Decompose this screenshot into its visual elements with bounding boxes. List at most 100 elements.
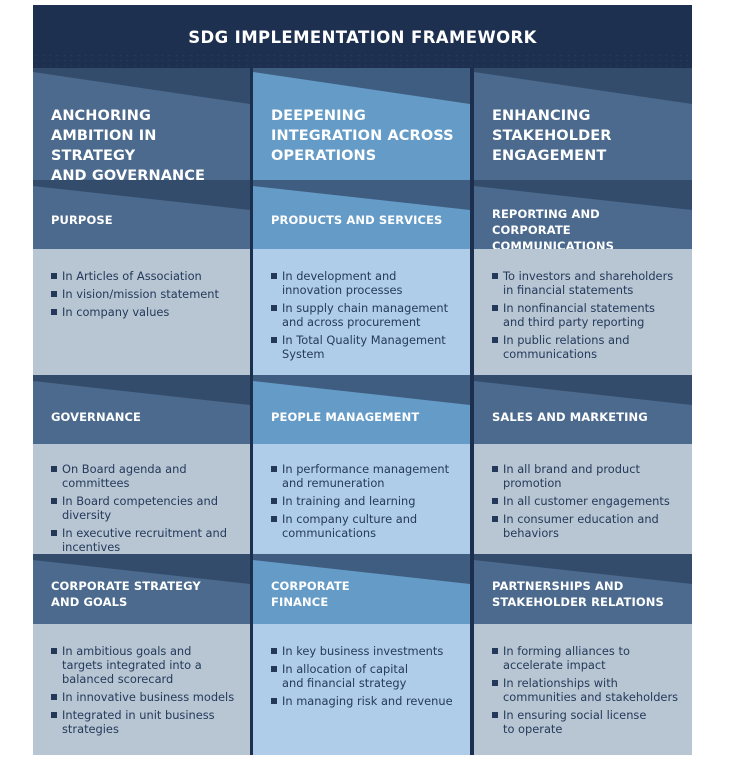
text-line: In innovative business models: [62, 690, 235, 704]
text-line: In public relations and: [503, 333, 630, 347]
section-header: CORPORATE FINANCE: [253, 554, 470, 624]
column-heading-label: ENHANCING STAKEHOLDER ENGAGEMENT: [492, 106, 686, 166]
text-line: In company culture and: [282, 512, 418, 526]
square-bullet-icon: [492, 305, 498, 311]
bullet-item: In ensuring social license to operate: [492, 708, 688, 736]
bullet-item: In development and innovation processes: [271, 269, 466, 297]
text-line: In allocation of capital: [282, 662, 409, 676]
section-title: CORPORATE STRATEGY AND GOALS: [51, 578, 244, 610]
bullet-list: In development and innovation processes In…: [271, 269, 466, 365]
section-title: REPORTING AND CORPORATE COMMUNICATIONS: [492, 206, 686, 249]
bullet-item: In company culture and communications: [271, 512, 466, 540]
text-line: In consumer education and: [503, 512, 659, 526]
section-body: In ambitious goals and targets integrated…: [33, 624, 250, 755]
text-line: and financial strategy: [282, 676, 407, 690]
section-body: To investors and shareholders in financia…: [474, 249, 692, 375]
bullet-item: In key business investments: [271, 644, 466, 658]
bullet-item: In Articles of Association: [51, 269, 246, 283]
text-line: AND GOALS: [51, 595, 128, 609]
text-line: SALES AND MARKETING: [492, 410, 648, 424]
bullet-list: In performance management and remuneratio…: [271, 462, 466, 544]
square-bullet-icon: [51, 712, 57, 718]
text-line: In relationships with: [503, 676, 618, 690]
text-line: In executive recruitment and: [62, 526, 227, 540]
diagonal-shade-shape: [474, 375, 692, 405]
text-line: In nonfinancial statements: [503, 301, 655, 315]
square-bullet-icon: [51, 694, 57, 700]
bullet-item: In all brand and product promotion: [492, 462, 688, 490]
framework-diagram: SDG IMPLEMENTATION FRAMEWORK ANCHORING AM…: [33, 5, 692, 755]
bullet-item: In vision/mission statement: [51, 287, 246, 301]
text-line: On Board agenda and committees: [62, 462, 187, 490]
text-line: In managing risk and revenue: [282, 694, 453, 708]
square-bullet-icon: [271, 516, 277, 522]
column-heading: DEEPENING INTEGRATION ACROSS OPERATIONS: [253, 68, 470, 180]
title-band: SDG IMPLEMENTATION FRAMEWORK: [33, 5, 692, 68]
text-line: accelerate impact: [503, 658, 606, 672]
section-title: PURPOSE: [51, 212, 244, 228]
section-title: PEOPLE MANAGEMENT: [271, 409, 464, 425]
square-bullet-icon: [271, 698, 277, 704]
text-line: strategies: [62, 722, 119, 736]
text-line: CORPORATE STRATEGY: [51, 579, 201, 593]
text-line: INTEGRATION ACROSS: [271, 128, 454, 144]
text-line: STAKEHOLDER RELATIONS: [492, 595, 664, 609]
text-line: In ambitious goals and: [62, 644, 192, 658]
text-line: PEOPLE MANAGEMENT: [271, 410, 420, 424]
section-header: PEOPLE MANAGEMENT: [253, 375, 470, 444]
text-line: and remuneration: [282, 476, 385, 490]
bullet-item: In innovative business models: [51, 690, 246, 704]
text-line: behaviors: [503, 526, 559, 540]
diagonal-shade-shape: [253, 375, 470, 405]
text-line: PARTNERSHIPS AND: [492, 579, 624, 593]
diagonal-shade-shape: [33, 180, 250, 210]
text-line: GOVERNANCE: [51, 410, 141, 424]
text-line: In performance management: [282, 462, 450, 476]
text-line: promotion: [503, 476, 562, 490]
bullet-list: In key business investments In allocation…: [271, 644, 466, 712]
text-line: In vision/mission statement: [62, 287, 219, 301]
bullet-item: In managing risk and revenue: [271, 694, 466, 708]
square-bullet-icon: [271, 498, 277, 504]
text-line: diversity: [62, 508, 112, 522]
square-bullet-icon: [51, 309, 57, 315]
text-line: targets integrated into a: [62, 658, 202, 672]
text-line: In Total Quality Management: [282, 333, 446, 347]
bullet-item: In executive recruitment and incentives: [51, 526, 246, 554]
square-bullet-icon: [51, 648, 57, 654]
bullet-item: In nonfinancial statements and third part…: [492, 301, 688, 329]
column-heading: ANCHORING AMBITION IN STRATEGY AND GOVERNA…: [33, 68, 250, 180]
bullet-item: On Board agenda and committees: [51, 462, 246, 490]
square-bullet-icon: [51, 291, 57, 297]
square-bullet-icon: [271, 337, 277, 343]
text-line: In ensuring social license: [503, 708, 647, 722]
bullet-item: Integrated in unit business strategies: [51, 708, 246, 736]
text-line: Integrated in unit business: [62, 708, 215, 722]
text-line: incentives: [62, 540, 121, 554]
diagonal-shade-shape: [33, 68, 250, 104]
text-line: In Articles of Association: [62, 269, 202, 283]
bullet-item: In Total Quality Management System: [271, 333, 466, 361]
diagonal-shade-shape: [33, 375, 250, 405]
square-bullet-icon: [271, 273, 277, 279]
section-body: In all brand and product promotion In all …: [474, 444, 692, 554]
diagram-title: SDG IMPLEMENTATION FRAMEWORK: [188, 28, 537, 47]
text-line: REPORTING AND: [492, 207, 600, 221]
bullet-item: In supply chain management and across pro…: [271, 301, 466, 329]
dot-texture: [33, 53, 692, 68]
text-line: communities and stakeholders: [503, 690, 679, 704]
text-line: CORPORATE: [271, 579, 350, 593]
square-bullet-icon: [51, 498, 57, 504]
bullet-item: In performance management and remuneratio…: [271, 462, 466, 490]
square-bullet-icon: [492, 273, 498, 279]
bullet-list: To investors and shareholders in financia…: [492, 269, 688, 365]
text-line: STAKEHOLDER: [492, 128, 612, 144]
square-bullet-icon: [271, 466, 277, 472]
bullet-list: In all brand and product promotion In all …: [492, 462, 688, 544]
text-line: balanced scorecard: [62, 672, 174, 686]
square-bullet-icon: [492, 680, 498, 686]
section-title: CORPORATE FINANCE: [271, 578, 464, 610]
section-header: CORPORATE STRATEGY AND GOALS: [33, 554, 250, 624]
column-1: ANCHORING AMBITION IN STRATEGY AND GOVERNA…: [33, 68, 250, 755]
text-line: and across procurement: [282, 315, 421, 329]
